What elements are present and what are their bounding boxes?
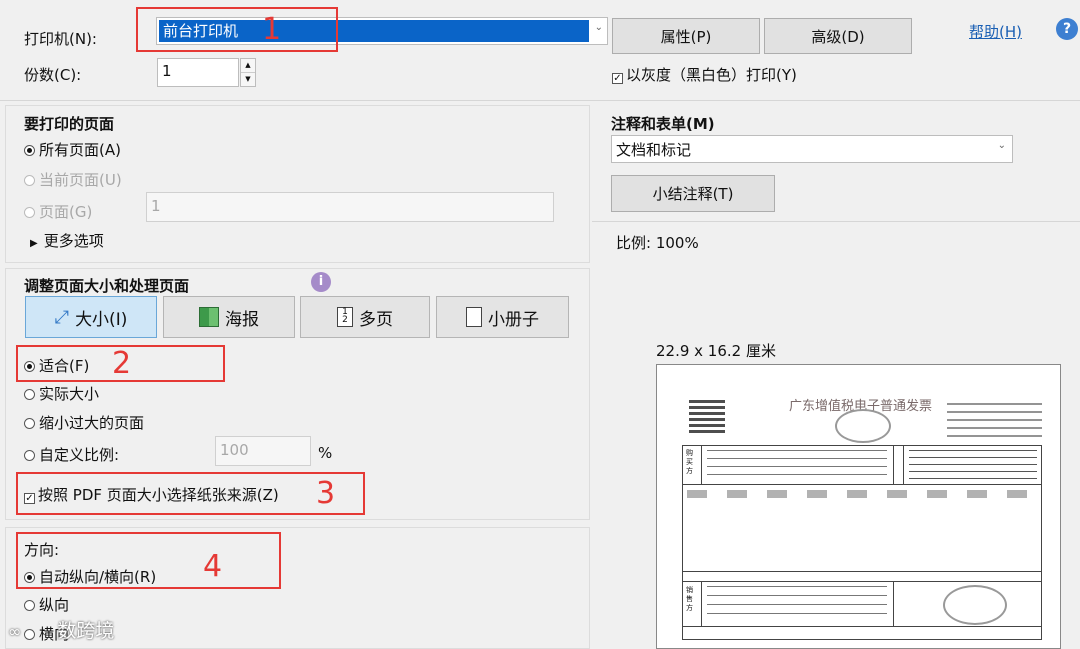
- summarize-comments-button[interactable]: 小结注释(T): [611, 175, 775, 212]
- seller-seal: [943, 585, 1007, 625]
- comments-select[interactable]: 文档和标记 ⌄: [611, 135, 1013, 163]
- watermark: ∞ 数跨境: [8, 620, 115, 642]
- resize-icon: ⤢: [54, 306, 70, 328]
- booklet-icon: [466, 307, 482, 327]
- scale-value: 100%: [655, 234, 699, 252]
- radio-actual-size[interactable]: 实际大小: [24, 383, 99, 404]
- custom-scale-input[interactable]: 100: [215, 436, 311, 466]
- chevron-down-icon: ⌄: [594, 22, 603, 33]
- annotation-number-2: 2: [112, 346, 132, 381]
- pages-range-input[interactable]: 1: [146, 192, 554, 222]
- multiple-pages-icon: 12: [337, 307, 353, 327]
- radio-shrink[interactable]: 缩小过大的页面: [24, 412, 144, 433]
- annotation-box-4: [16, 532, 281, 589]
- radio-pages[interactable]: 页面(G): [24, 201, 92, 222]
- stepper-up-icon[interactable]: ▲: [241, 59, 255, 73]
- invoice-table: 购买方 销售方: [682, 445, 1042, 640]
- tab-size[interactable]: ⤢ 大小(I): [25, 296, 157, 338]
- radio-all-pages[interactable]: 所有页面(A): [24, 139, 121, 160]
- help-link[interactable]: 帮助(H): [969, 21, 1022, 42]
- copies-label: 份数(C):: [24, 66, 82, 84]
- page-sizing-title: 调整页面大小和处理页面: [24, 277, 190, 295]
- triangle-right-icon: ▶: [30, 238, 38, 249]
- radio-current-page[interactable]: 当前页面(U): [24, 169, 122, 190]
- radio-portrait[interactable]: 纵向: [24, 594, 69, 615]
- annotation-box-1: [136, 7, 338, 52]
- annotation-number-4: 4: [203, 549, 223, 584]
- invoice-seal: [835, 409, 891, 443]
- tab-booklet[interactable]: 小册子: [436, 296, 569, 338]
- percent-label: %: [318, 444, 333, 462]
- qr-code-icon: [689, 397, 725, 433]
- copies-stepper[interactable]: ▲ ▼: [240, 58, 256, 87]
- grayscale-checkbox[interactable]: ✓ 以灰度（黑白色）打印(Y): [612, 64, 797, 85]
- pages-group-title: 要打印的页面: [24, 115, 115, 133]
- watermark-logo-icon: ∞: [8, 622, 22, 641]
- annotation-number-1: 1: [262, 12, 282, 47]
- checkbox-icon: ✓: [612, 73, 623, 84]
- top-separator: [0, 100, 1080, 101]
- poster-icon: [199, 307, 219, 327]
- annotation-box-3: [16, 472, 365, 515]
- properties-button[interactable]: 属性(P): [612, 18, 760, 54]
- stepper-down-icon[interactable]: ▼: [241, 73, 255, 86]
- preview-page: 广东增值税电子普通发票 购买方 销售方: [656, 364, 1061, 649]
- seller-label: 销售方: [686, 586, 693, 612]
- copies-input[interactable]: 1: [157, 58, 239, 87]
- tab-poster[interactable]: 海报: [163, 296, 295, 338]
- chevron-down-icon: ⌄: [997, 140, 1006, 151]
- invoice-header-info: [947, 403, 1042, 439]
- buyer-label: 购买方: [686, 449, 693, 475]
- annotation-number-3: 3: [316, 476, 336, 511]
- preview-size-label: 22.9 x 16.2 厘米: [656, 342, 776, 360]
- scale-label: 比例: 100%: [616, 234, 699, 252]
- info-icon[interactable]: i: [311, 272, 331, 292]
- question-circle-icon[interactable]: ?: [1056, 18, 1078, 40]
- advanced-button[interactable]: 高级(D): [764, 18, 912, 54]
- more-options-toggle[interactable]: ▶ 更多选项: [30, 230, 104, 251]
- tab-multiple[interactable]: 1 2 多页: [300, 296, 430, 338]
- printer-label: 打印机(N):: [24, 30, 97, 48]
- comments-separator: [592, 221, 1080, 222]
- comments-title: 注释和表单(M): [611, 115, 715, 133]
- radio-custom-scale[interactable]: 自定义比例:: [24, 444, 119, 465]
